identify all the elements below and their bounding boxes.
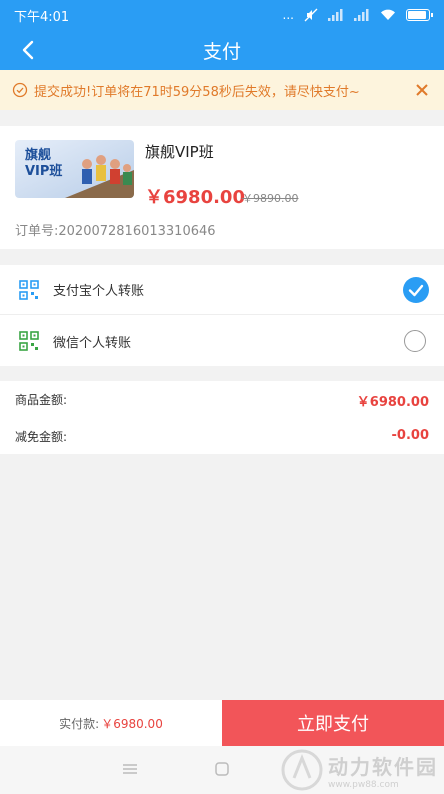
watermark-url: www.pw88.com: [328, 779, 399, 790]
discount-amount-value: -0.00: [391, 428, 429, 443]
status-icons: ...: [282, 8, 433, 22]
thumbnail-caption-line2: VIP班: [25, 164, 63, 179]
app-header: 下午4:01 ... 支付: [0, 0, 444, 70]
battery-icon: [406, 9, 433, 21]
payment-method-wechat[interactable]: 微信个人转账: [0, 316, 444, 366]
product-thumbnail: 旗舰 VIP班: [15, 140, 134, 198]
more-dots-icon: ...: [282, 8, 294, 22]
order-notice-banner: 提交成功!订单将在71时59分58秒后失效，请尽快支付~: [0, 70, 444, 110]
thumbnail-caption: 旗舰 VIP班: [25, 148, 62, 180]
cell-signal-2-icon: [354, 9, 369, 21]
pay-now-button[interactable]: 立即支付: [222, 700, 444, 746]
amount-summary: 商品金额: ￥6980.00 减免金额: -0.00: [0, 381, 444, 454]
chevron-left-icon: [22, 40, 34, 60]
thumbnail-caption-line1: 旗舰: [25, 148, 52, 163]
payment-method-alipay[interactable]: 支付宝个人转账: [0, 265, 444, 315]
product-name: 旗舰VIP班: [145, 143, 214, 161]
total-payment: 实付款: ￥6980.00: [0, 700, 222, 746]
status-bar: 下午4:01 ...: [0, 0, 444, 30]
page-title: 支付: [202, 40, 241, 63]
status-time: 下午4:01: [14, 9, 70, 25]
wifi-icon: [381, 9, 395, 20]
check-icon: [408, 284, 424, 296]
goods-amount-value: ￥6980.00: [356, 395, 429, 410]
notice-close-button[interactable]: [412, 80, 432, 100]
notice-text: 提交成功!订单将在71时59分58秒后失效，请尽快支付~: [34, 84, 360, 100]
order-number: 订单号:2020072816013310646: [15, 224, 216, 239]
watermark-title: 动力软件园: [328, 754, 438, 779]
mute-icon: [304, 8, 318, 22]
close-icon: [416, 84, 428, 96]
watermark-logo-icon: [281, 749, 323, 791]
cell-signal-icon: [328, 9, 343, 21]
method-label: 微信个人转账: [53, 335, 132, 351]
discount-amount-row: 减免金额: -0.00: [0, 418, 444, 454]
method-label: 支付宝个人转账: [53, 284, 145, 299]
system-nav-bar: 动力软件园 www.pw88.com: [0, 746, 444, 794]
check-circle-icon: [12, 82, 28, 98]
radio-selected[interactable]: [403, 276, 429, 303]
home-icon[interactable]: [214, 762, 230, 776]
nav-bar: 支付: [0, 30, 444, 70]
qr-code-icon: [19, 279, 39, 300]
product-price: ￥6980.00: [145, 187, 245, 208]
menu-icon[interactable]: [122, 762, 138, 776]
goods-amount-row: 商品金额: ￥6980.00: [0, 381, 444, 417]
original-price: ￥9890.00: [242, 192, 299, 205]
total-value: ￥6980.00: [101, 716, 163, 731]
back-button[interactable]: [14, 36, 42, 64]
checkout-bar: 实付款: ￥6980.00 立即支付: [0, 700, 444, 746]
radio-unselected[interactable]: [404, 330, 426, 352]
goods-amount-label: 商品金额:: [15, 393, 68, 407]
watermark: 动力软件园 www.pw88.com: [280, 748, 438, 792]
total-label: 实付款:: [59, 716, 100, 731]
qr-code-icon: [19, 331, 39, 351]
discount-amount-label: 减免金额:: [15, 430, 68, 444]
payment-methods: 支付宝个人转账 微信个人转账: [0, 265, 444, 366]
